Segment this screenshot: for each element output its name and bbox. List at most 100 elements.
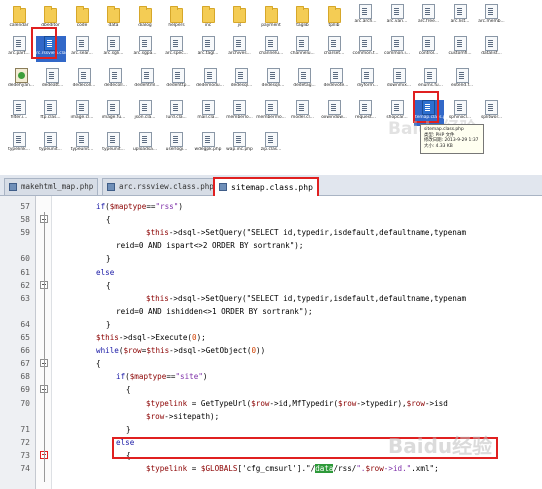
file-tile[interactable]: dialog <box>130 4 160 30</box>
file-tile[interactable]: wap.inc.php <box>225 132 255 158</box>
image-file-icon <box>14 68 28 83</box>
file-tile[interactable]: dedemodu... <box>195 68 225 94</box>
file-tile[interactable]: dedetag... <box>290 68 320 94</box>
folder-icon <box>75 6 89 23</box>
php-file-icon <box>233 36 246 51</box>
file-tile[interactable]: common.f... <box>351 36 381 62</box>
file-tile[interactable]: arc.spec... <box>162 36 192 62</box>
code-line: $row->sitepath); <box>146 411 220 421</box>
file-tile[interactable]: common.i... <box>382 36 412 62</box>
php-file-icon <box>422 4 435 19</box>
line-number: 63 <box>20 293 30 303</box>
file-tile[interactable]: control... <box>414 36 444 62</box>
file-name: channelu... <box>258 51 284 56</box>
php-file-icon <box>201 132 215 147</box>
file-tile[interactable]: datalist... <box>477 36 507 62</box>
file-tile[interactable]: dedehyan... <box>6 68 36 94</box>
file-tile[interactable]: diyform... <box>353 68 383 94</box>
file-tile[interactable]: typeunit... <box>67 132 97 158</box>
file-tile[interactable]: dedesql... <box>227 68 257 94</box>
file-tile[interactable]: arc.free... <box>414 4 444 30</box>
file-tile[interactable]: arc.vari... <box>382 4 412 30</box>
file-tile[interactable]: json.cla... <box>130 100 160 126</box>
file-name: json.cla... <box>134 115 156 120</box>
file-tile[interactable]: dedecoll... <box>69 68 99 94</box>
file-tile[interactable]: typeunit... <box>36 132 66 158</box>
file-tile[interactable]: channelu... <box>288 36 318 62</box>
file-tile[interactable]: arc.sear... <box>67 36 97 62</box>
file-tile[interactable]: mail.cla... <box>193 100 223 126</box>
file-tile[interactable]: code <box>67 4 97 30</box>
file-name: dedetag... <box>293 83 316 88</box>
file-tile[interactable]: channelu... <box>256 36 286 62</box>
file-tile[interactable]: tpllib <box>319 4 349 30</box>
file-tile[interactable]: memberlo... <box>225 100 255 126</box>
file-tile[interactable]: zip.clas... <box>256 132 286 158</box>
file-tile[interactable]: image.cl... <box>67 100 97 126</box>
folder-icon <box>107 6 120 23</box>
file-tile[interactable]: dedecoll... <box>101 68 131 94</box>
file-tile[interactable]: model.cl... <box>288 100 318 126</box>
file-tile[interactable]: js <box>225 4 255 30</box>
php-file-icon <box>422 36 435 51</box>
file-tile[interactable]: inc <box>193 4 223 30</box>
file-tile[interactable]: calendar <box>4 4 34 30</box>
php-file-icon <box>219 183 227 191</box>
file-tile[interactable]: payment <box>256 4 286 30</box>
tab-arc-rssview[interactable]: arc.rssview.class.php <box>102 178 219 195</box>
file-tile[interactable]: oxwindow... <box>319 100 349 126</box>
code-line: if($maptype=="rss") <box>96 202 183 211</box>
file-tile[interactable]: arc.tagl... <box>193 36 223 62</box>
file-tile[interactable]: ftp.clas... <box>36 100 66 126</box>
php-file-icon <box>75 100 89 115</box>
file-tile[interactable]: arc.list... <box>445 4 475 30</box>
line-number-gutter: 57 58 59 60 61 62 63 64 65 66 67 68 69 70 71 72 73 74 <box>0 196 36 489</box>
php-file-icon <box>138 100 152 115</box>
line-number: 62 <box>20 280 30 290</box>
file-name: inc <box>204 23 212 28</box>
file-tile[interactable]: arc.arch... <box>351 4 381 30</box>
file-tile[interactable]: arc.sgli... <box>99 36 129 62</box>
file-name: dedehtml... <box>134 83 160 88</box>
code-line: { <box>106 215 111 225</box>
file-tile[interactable]: archives... <box>225 36 255 62</box>
file-tile[interactable]: arc.sgpa... <box>130 36 160 62</box>
php-file-icon <box>235 68 248 83</box>
tab-makehtml-map[interactable]: makehtml_map.php <box>4 178 99 195</box>
line-number: 65 <box>20 333 30 342</box>
file-tile[interactable]: customfi... <box>445 36 475 62</box>
selection-highlight-arc-rssview <box>31 27 57 59</box>
file-tile[interactable]: filter.i... <box>4 100 34 126</box>
file-tile[interactable]: userlogi... <box>162 132 192 158</box>
code-line: else <box>96 267 115 277</box>
file-tile[interactable]: lurd.cla... <box>162 100 192 126</box>
file-tile[interactable]: dedevote... <box>321 68 351 94</box>
file-tile[interactable]: extend.f... <box>447 68 477 94</box>
file-tile[interactable]: arc.memb... <box>477 4 507 30</box>
file-tile[interactable]: uploadsa... <box>130 132 160 158</box>
tab-sitemap-class[interactable]: sitemap.class.php <box>213 177 319 196</box>
file-tile[interactable]: request... <box>351 100 381 126</box>
file-tile[interactable]: splitwor... <box>477 100 507 126</box>
file-tile[interactable]: dedeatt... <box>38 68 68 94</box>
file-name: model.cl... <box>291 115 314 120</box>
file-tile[interactable]: typelink... <box>4 132 34 158</box>
file-tile[interactable]: wdegpk.php <box>193 132 223 158</box>
file-tile[interactable]: data <box>99 4 129 30</box>
file-tile[interactable]: typeunit... <box>99 132 129 158</box>
file-tile[interactable]: helpers <box>162 4 192 30</box>
file-tile[interactable]: dedehtml... <box>132 68 162 94</box>
php-file-icon <box>392 68 406 83</box>
line-number: 58 <box>20 215 30 225</box>
file-tile[interactable]: dedehttp... <box>164 68 194 94</box>
file-name: mail.cla... <box>197 115 219 120</box>
file-tile[interactable]: charset... <box>319 36 349 62</box>
file-name: typeunit... <box>70 147 94 152</box>
file-tile[interactable]: downmix... <box>384 68 414 94</box>
file-tile[interactable]: dedesqli... <box>258 68 288 94</box>
file-tile[interactable]: image.fu... <box>99 100 129 126</box>
file-tile[interactable]: taglib <box>288 4 318 30</box>
file-tile[interactable]: arc.part... <box>4 36 34 62</box>
file-tile[interactable]: membermo... <box>256 100 286 126</box>
line-number: 66 <box>20 346 30 356</box>
